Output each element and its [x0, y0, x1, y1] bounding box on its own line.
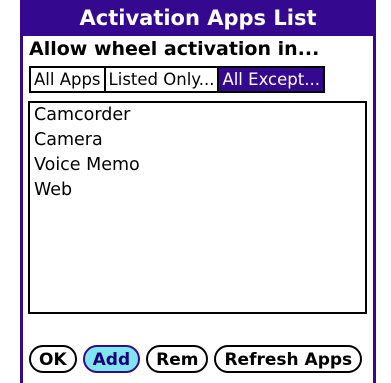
list-item-web[interactable]: Web [30, 178, 365, 203]
screen: Activation Apps List Allow wheel activat… [0, 0, 391, 383]
list-item-camera[interactable]: Camera [30, 128, 365, 153]
button-row: OK Add Rem Refresh Apps [29, 345, 363, 375]
refresh-apps-button[interactable]: Refresh Apps [214, 345, 363, 373]
activation-apps-dialog: Activation Apps List Allow wheel activat… [20, 0, 376, 383]
activation-mode-selector: All Apps Listed Only... All Except... [29, 66, 325, 93]
mode-all-except-button[interactable]: All Except... [217, 68, 323, 91]
mode-all-apps-button[interactable]: All Apps [31, 68, 104, 91]
ok-button[interactable]: OK [29, 345, 77, 373]
remove-button[interactable]: Rem [146, 345, 209, 373]
mode-listed-only-button[interactable]: Listed Only... [103, 68, 218, 91]
activation-prompt: Allow wheel activation in... [29, 38, 320, 60]
list-item-voice-memo[interactable]: Voice Memo [30, 153, 365, 178]
apps-list[interactable]: Camcorder Camera Voice Memo Web [28, 101, 367, 314]
add-button[interactable]: Add [82, 345, 141, 373]
dialog-title: Activation Apps List [23, 0, 373, 36]
list-item-camcorder[interactable]: Camcorder [30, 103, 365, 128]
